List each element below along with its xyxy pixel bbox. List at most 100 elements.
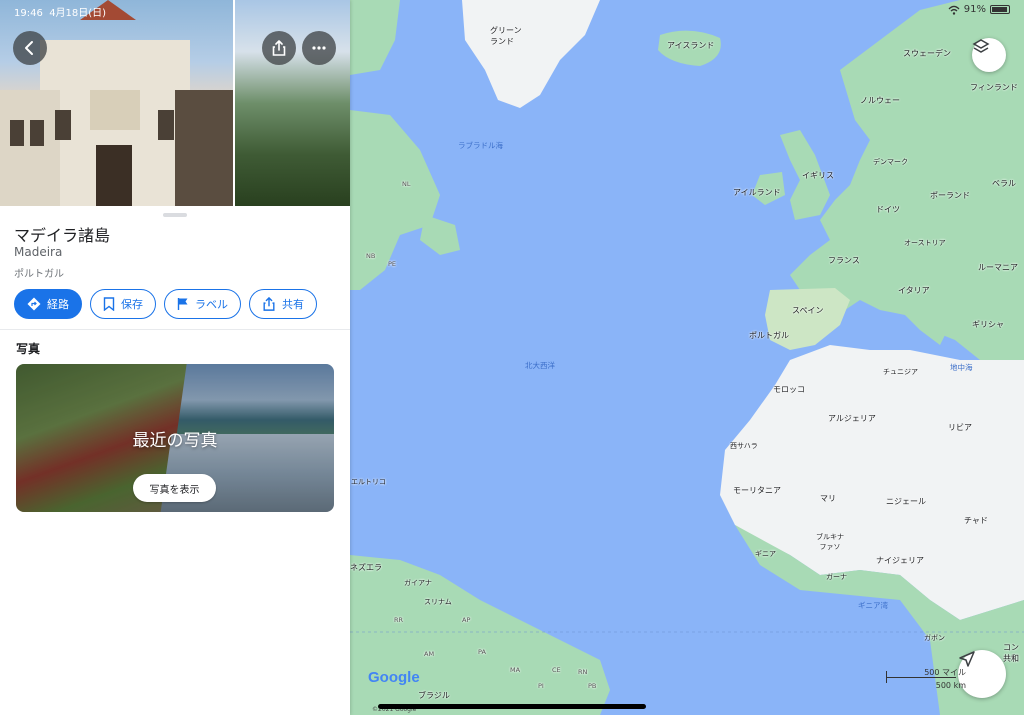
status-time: 19:46 4月18日(日)	[14, 4, 106, 19]
map-label-italy: イタリア	[898, 286, 930, 295]
map-label-rn: RN	[578, 668, 588, 676]
map-label-denmark: デンマーク	[873, 158, 908, 166]
directions-icon	[27, 297, 41, 311]
map-label-nl: NL	[402, 180, 411, 188]
map-label-mauritania: モーリタニア	[733, 486, 781, 495]
map-label-norway: ノルウェー	[860, 96, 900, 105]
map-label-north-atlantic: 北大西洋	[525, 361, 555, 370]
place-subtitle: Madeira	[14, 245, 63, 259]
map-label-am: AM	[424, 650, 435, 658]
battery-icon	[990, 5, 1010, 14]
map-label-austria: オーストリア	[904, 239, 946, 247]
map-label-tunisia: チュニジア	[883, 368, 918, 376]
share-icon	[263, 297, 275, 311]
layers-button[interactable]	[972, 38, 1006, 72]
hero-photo-coast[interactable]	[235, 0, 350, 206]
map-label-germany: ドイツ	[876, 205, 900, 214]
back-arrow-icon	[25, 41, 33, 55]
map-label-poland: ポーランド	[930, 191, 970, 200]
navigation-arrow-icon	[959, 651, 975, 667]
map-label-venezuela: ネズエラ	[350, 563, 382, 572]
home-indicator[interactable]	[378, 704, 646, 709]
status-clock: 19:46	[14, 8, 43, 19]
label-button[interactable]: ラベル	[164, 289, 241, 319]
share-button-top[interactable]	[262, 31, 296, 65]
map-label-gabon: ガボン	[924, 634, 945, 642]
save-button[interactable]: 保存	[90, 289, 156, 319]
map-label-greece: ギリシャ	[972, 320, 1004, 329]
more-horizontal-icon	[312, 46, 326, 50]
divider	[0, 329, 350, 330]
map-label-ma: MA	[510, 666, 521, 674]
share-icon	[272, 40, 286, 56]
map-label-pi: PI	[538, 682, 544, 690]
flag-icon	[177, 298, 188, 310]
map-label-iceland: アイスランド	[667, 41, 715, 50]
map-label-puerto-rico: エルトリコ	[351, 478, 386, 486]
map-label-morocco: モロッコ	[773, 385, 805, 394]
map-label-labrador-sea: ラブラドル海	[458, 141, 503, 150]
map-label-nigeria: ナイジェリア	[876, 556, 924, 565]
map-label-congo: コン 共和	[1003, 643, 1019, 663]
map-label-mediterranean: 地中海	[950, 363, 973, 372]
map-label-finland: フィンランド	[970, 83, 1018, 92]
map-label-france: フランス	[828, 256, 860, 265]
share-button[interactable]: 共有	[249, 289, 317, 319]
wifi-icon	[948, 5, 960, 15]
map-label-ireland: アイルランド	[733, 188, 781, 197]
map-label-libya: リビア	[948, 423, 972, 432]
map-label-ghana: ガーナ	[826, 573, 847, 581]
photo-caption: 最近の写真	[132, 431, 218, 451]
battery-percent: 91%	[963, 4, 986, 15]
map-label-burkina-faso: ブルキナ ファソ	[816, 533, 844, 551]
more-button[interactable]	[302, 31, 336, 65]
map-label-spain: スペイン	[792, 306, 824, 315]
share-label: 共有	[282, 298, 304, 311]
map-label-uk: イギリス	[802, 171, 834, 180]
map-label-ce: CE	[552, 666, 561, 674]
map-label-guinea: ギニア	[755, 550, 776, 558]
status-right: 91%	[948, 4, 1010, 15]
directions-label: 経路	[47, 298, 69, 311]
map-label-sweden: スウェーデン	[903, 49, 951, 58]
map-label-pb: PB	[588, 682, 597, 690]
directions-button[interactable]: 経路	[14, 289, 82, 319]
map-label-western-sahara: 西サハラ	[730, 442, 758, 450]
photos-section-title: 写真	[16, 342, 41, 356]
back-button[interactable]	[13, 31, 47, 65]
map-label-romania: ルーマニア	[978, 263, 1018, 272]
map-label-belarus: ベラル	[992, 179, 1016, 188]
layers-icon	[972, 39, 990, 53]
scale-km: 500 km	[935, 681, 966, 690]
map-label-brazil: ブラジル	[418, 691, 450, 700]
place-title: マデイラ諸島	[14, 226, 111, 245]
drag-handle[interactable]	[163, 213, 187, 217]
map-scale: 500 マイル 500 km	[886, 667, 966, 691]
recent-photos-card[interactable]: 最近の写真 写真を表示	[16, 364, 334, 512]
place-region: ポルトガル	[14, 269, 64, 280]
place-panel: マデイラ諸島 Madeira ポルトガル 経路 保存 ラベル 共有 写真 最近の…	[0, 0, 350, 715]
map-label-ap: AP	[462, 616, 471, 624]
map-label-rr: RR	[394, 616, 404, 624]
map-label-niger: ニジェール	[886, 497, 926, 506]
action-chips: 経路 保存 ラベル 共有	[14, 289, 317, 319]
google-logo: Google	[368, 669, 420, 686]
save-label: 保存	[121, 298, 143, 311]
map-label-chad: チャド	[964, 516, 988, 525]
status-bar: 19:46 4月18日(日) 91%	[0, 0, 1024, 20]
map-label-mali: マリ	[820, 494, 836, 503]
map-label-portugal: ポルトガル	[749, 331, 789, 340]
google-logo-text: Google	[368, 669, 420, 686]
map-label-nb: NB	[366, 252, 376, 260]
bookmark-icon	[103, 297, 115, 311]
map-label-suriname: スリナム	[424, 598, 452, 606]
map-label-algeria: アルジェリア	[828, 414, 876, 423]
status-date: 4月18日(日)	[49, 8, 107, 19]
hero-photos[interactable]	[0, 0, 350, 206]
label-label: ラベル	[195, 298, 228, 311]
view-photos-button[interactable]: 写真を表示	[133, 474, 216, 502]
map-label-greenland: グリーン ランド	[490, 26, 522, 46]
map-label-pe: PE	[388, 260, 397, 268]
map-label-gulf-of-guinea: ギニア湾	[858, 601, 888, 610]
map-label-pa: PA	[478, 648, 486, 656]
